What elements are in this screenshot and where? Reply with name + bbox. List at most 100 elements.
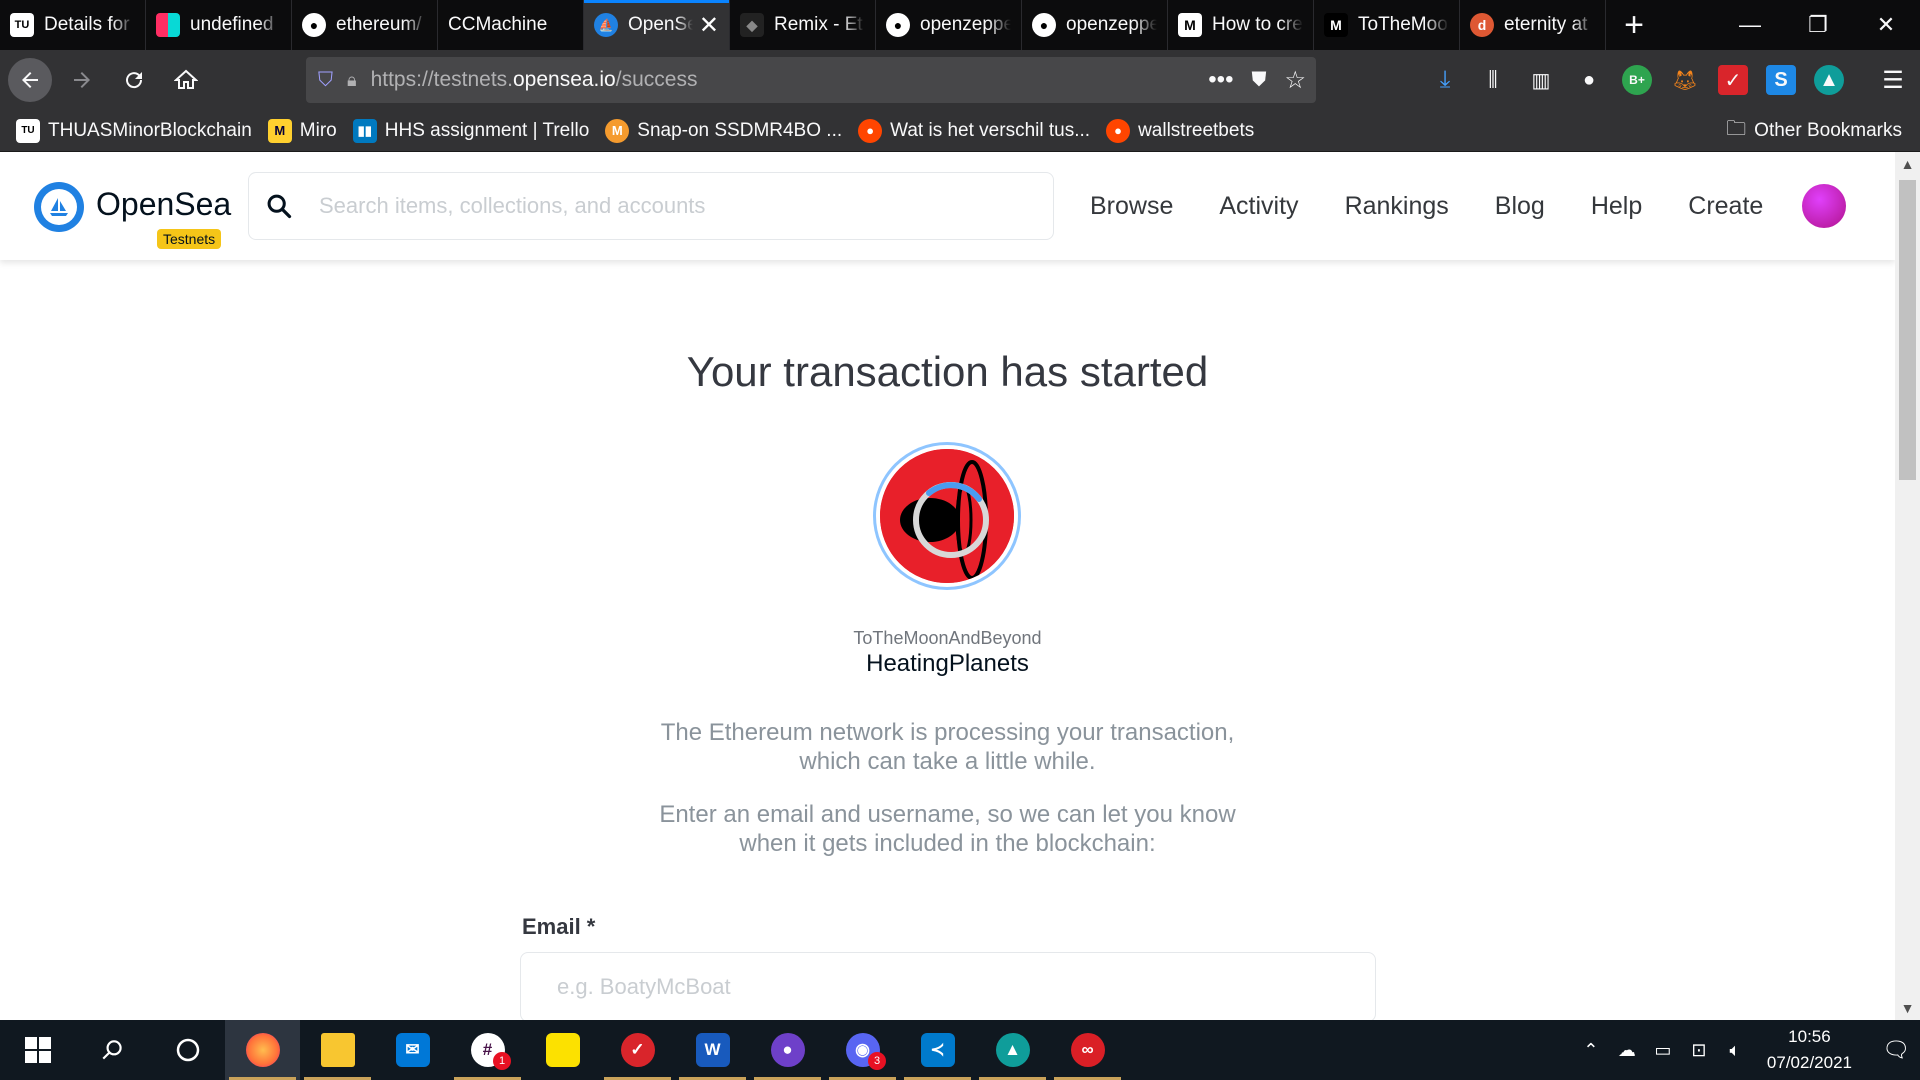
lock-icon[interactable]: 🔒︎ <box>347 70 357 91</box>
opensea-brand[interactable]: OpenSea <box>96 186 231 223</box>
extension-teal-icon[interactable]: ▲ <box>1814 65 1844 95</box>
tab-remix[interactable]: ◆ Remix - Et <box>730 0 876 50</box>
taskbar-app-teal[interactable]: ▲ <box>975 1020 1050 1080</box>
tab-title: OpenSea <box>628 14 693 35</box>
nav-create[interactable]: Create <box>1688 192 1763 221</box>
address-bar[interactable]: ⛉ 🔒︎ https://testnets.opensea.io/success… <box>306 57 1316 103</box>
tab-opensea[interactable]: ⛵ OpenSea ✕ <box>584 0 730 50</box>
bookmark-snapon[interactable]: M Snap-on SSDMR4BO ... <box>605 118 842 143</box>
opensea-icon: ⛵ <box>594 13 618 37</box>
sailboat-icon <box>50 198 68 216</box>
web-page: OpenSea Testnets Browse Activity Ranking… <box>0 152 1895 1020</box>
nav-help[interactable]: Help <box>1591 192 1642 221</box>
hamburger-menu-icon[interactable]: ☰ <box>1878 65 1908 95</box>
email-input[interactable] <box>557 957 1357 1017</box>
taskbar-app-creative-cloud[interactable]: ∞ <box>1050 1020 1125 1080</box>
taskbar-app-sticky-notes[interactable] <box>525 1020 600 1080</box>
email-field[interactable] <box>520 952 1376 1020</box>
taskbar-app-mail[interactable]: ✉ <box>375 1020 450 1080</box>
collection-name[interactable]: ToTheMoonAndBeyond <box>0 628 1895 649</box>
scrollbar-thumb[interactable] <box>1899 180 1916 480</box>
firefox-icon <box>245 1033 280 1067</box>
opensea-logo-icon[interactable] <box>34 182 84 232</box>
tab-ethereum[interactable]: ● ethereum/ <box>292 0 438 50</box>
scroll-up-icon[interactable]: ▲ <box>1895 152 1920 176</box>
tab-eternity[interactable]: d eternity at <box>1460 0 1606 50</box>
tab-openzeppelin-1[interactable]: ● openzeppe <box>876 0 1022 50</box>
browser-tab-strip: TU Details for undefined ● ethereum/ CCM… <box>0 0 1920 50</box>
taskbar-app-discord[interactable]: ◉ 3 <box>825 1020 900 1080</box>
nav-activity[interactable]: Activity <box>1219 192 1298 221</box>
extension-s-icon[interactable]: S <box>1766 65 1796 95</box>
chevron-up-icon[interactable]: ⌃ <box>1573 1040 1609 1061</box>
search-input[interactable] <box>319 193 999 219</box>
clock-date: 07/02/2021 <box>1766 1053 1852 1072</box>
volume-icon[interactable]: 🔈︎ <box>1717 1040 1753 1061</box>
bookmark-reddit-verschil[interactable]: ● Wat is het verschil tus... <box>858 118 1090 143</box>
reload-button[interactable] <box>112 58 156 102</box>
forward-button[interactable] <box>60 58 104 102</box>
taskbar-app-vscode[interactable]: ≺ <box>900 1020 975 1080</box>
taskbar-app-slack[interactable]: # 1 <box>450 1020 525 1080</box>
url-prefix: https://testnets. <box>370 68 513 91</box>
battery-icon[interactable]: ▭ <box>1645 1040 1681 1061</box>
close-window-icon[interactable]: ✕ <box>1852 0 1920 50</box>
duckduckgo-icon: d <box>1470 13 1494 37</box>
taskbar-app-file-explorer[interactable] <box>300 1020 375 1080</box>
library-icon[interactable]: ⫼ <box>1478 65 1508 95</box>
taskbar-search-button[interactable] <box>75 1020 150 1080</box>
bookmark-trello[interactable]: ▮▮ HHS assignment | Trello <box>352 118 589 143</box>
tab-details[interactable]: TU Details for <box>0 0 146 50</box>
github-icon: ● <box>1032 13 1056 37</box>
system-clock[interactable]: 10:56 07/02/2021 <box>1767 1024 1852 1076</box>
nav-rankings[interactable]: Rankings <box>1345 192 1449 221</box>
cloud-icon[interactable]: ☁ <box>1609 1040 1645 1061</box>
extension-b-plus-icon[interactable]: B+ <box>1622 65 1652 95</box>
minimize-icon[interactable]: — <box>1716 0 1784 50</box>
opensea-search-box[interactable] <box>248 172 1054 240</box>
folder-icon: 🗀 <box>1726 117 1747 140</box>
profile-avatar[interactable] <box>1802 184 1846 228</box>
medium-icon: M <box>1178 13 1202 37</box>
nav-browse[interactable]: Browse <box>1090 192 1173 221</box>
account-icon[interactable]: ● <box>1574 65 1604 95</box>
scroll-down-icon[interactable]: ▼ <box>1895 996 1920 1020</box>
page-actions-icon[interactable]: ••• <box>1208 66 1233 94</box>
tab-ccmachine[interactable]: CCMachine <box>438 0 584 50</box>
taskbar-app-word[interactable]: W <box>675 1020 750 1080</box>
item-name[interactable]: HeatingPlanets <box>0 650 1895 678</box>
bookmark-thuasminorblockchain[interactable]: TU THUASMinorBlockchain <box>16 118 252 143</box>
taskbar-app-github-desktop[interactable]: ● <box>750 1020 825 1080</box>
nav-blog[interactable]: Blog <box>1495 192 1545 221</box>
metamask-fox-icon[interactable]: 🦊︎ <box>1670 65 1700 95</box>
back-button[interactable] <box>8 58 52 102</box>
tab-undefined[interactable]: undefined <box>146 0 292 50</box>
tracking-protection-shield-icon[interactable]: ⛉ <box>318 69 333 92</box>
pocket-icon[interactable]: ⛊ <box>1251 69 1266 92</box>
home-button[interactable] <box>164 58 208 102</box>
word-icon: W <box>695 1033 730 1067</box>
close-tab-icon[interactable]: ✕ <box>699 11 719 40</box>
github-icon: ● <box>302 13 326 37</box>
bookmark-label: wallstreetbets <box>1138 119 1255 141</box>
url-text[interactable]: https://testnets.opensea.io/success <box>371 68 698 92</box>
bookmark-miro[interactable]: M Miro <box>267 118 337 143</box>
restore-icon[interactable]: ❐ <box>1784 0 1852 50</box>
other-bookmarks[interactable]: 🗀 Other Bookmarks <box>1726 114 1902 148</box>
tab-openzeppelin-2[interactable]: ● openzeppe <box>1022 0 1168 50</box>
action-center-icon[interactable]: 🗨︎ <box>1872 1037 1920 1063</box>
taskbar-app-firefox[interactable] <box>225 1020 300 1080</box>
page-scrollbar[interactable]: ▲ ▼ <box>1895 152 1920 1020</box>
downloads-icon[interactable]: ⤓ <box>1430 65 1460 95</box>
network-icon[interactable]: ⊡ <box>1681 1040 1717 1061</box>
tab-tothemoon[interactable]: M ToTheMoo <box>1314 0 1460 50</box>
new-tab-button[interactable]: + <box>1606 0 1662 50</box>
bookmark-star-icon[interactable]: ☆ <box>1284 66 1306 95</box>
cortana-button[interactable] <box>150 1020 225 1080</box>
extension-red-icon[interactable]: ✓ <box>1718 65 1748 95</box>
taskbar-app-red[interactable]: ✓ <box>600 1020 675 1080</box>
sidebar-icon[interactable]: ▥ <box>1526 65 1556 95</box>
bookmark-wallstreetbets[interactable]: ● wallstreetbets <box>1106 118 1255 143</box>
start-button[interactable] <box>0 1020 75 1080</box>
tab-how-to-create[interactable]: M How to cre <box>1168 0 1314 50</box>
